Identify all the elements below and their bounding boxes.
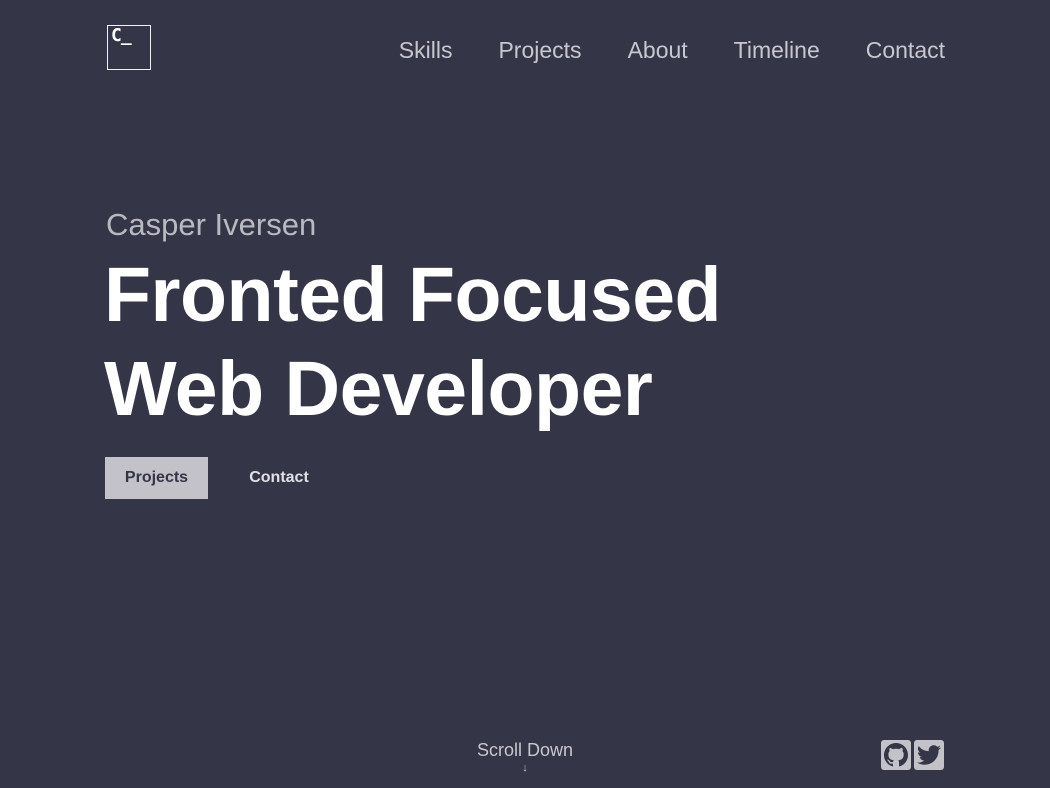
projects-button[interactable]: Projects	[105, 457, 208, 499]
github-icon	[884, 743, 908, 767]
nav-link-projects[interactable]: Projects	[498, 33, 581, 67]
site-logo[interactable]: C_	[107, 25, 151, 70]
page: C_ Skills Projects About Timeline Contac…	[0, 0, 1050, 788]
nav-link-about[interactable]: About	[628, 33, 688, 67]
social-links	[881, 740, 944, 770]
twitter-icon	[917, 745, 941, 765]
nav-link-skills[interactable]: Skills	[399, 33, 453, 67]
twitter-link[interactable]	[914, 740, 944, 770]
hero-title-line-1: Fronted Focused	[104, 252, 722, 338]
logo-text: C_	[111, 25, 132, 46]
nav-link-timeline[interactable]: Timeline	[734, 33, 820, 67]
github-link[interactable]	[881, 740, 911, 770]
main-nav: Skills Projects About Timeline Contact	[399, 33, 945, 67]
hero-name: Casper Iversen	[106, 207, 317, 242]
hero-title-line-2: Web Developer	[104, 346, 653, 432]
hero-title: Fronted Focused Web Developer	[104, 248, 804, 436]
contact-button[interactable]: Contact	[230, 457, 328, 499]
nav-link-contact[interactable]: Contact	[866, 33, 945, 67]
